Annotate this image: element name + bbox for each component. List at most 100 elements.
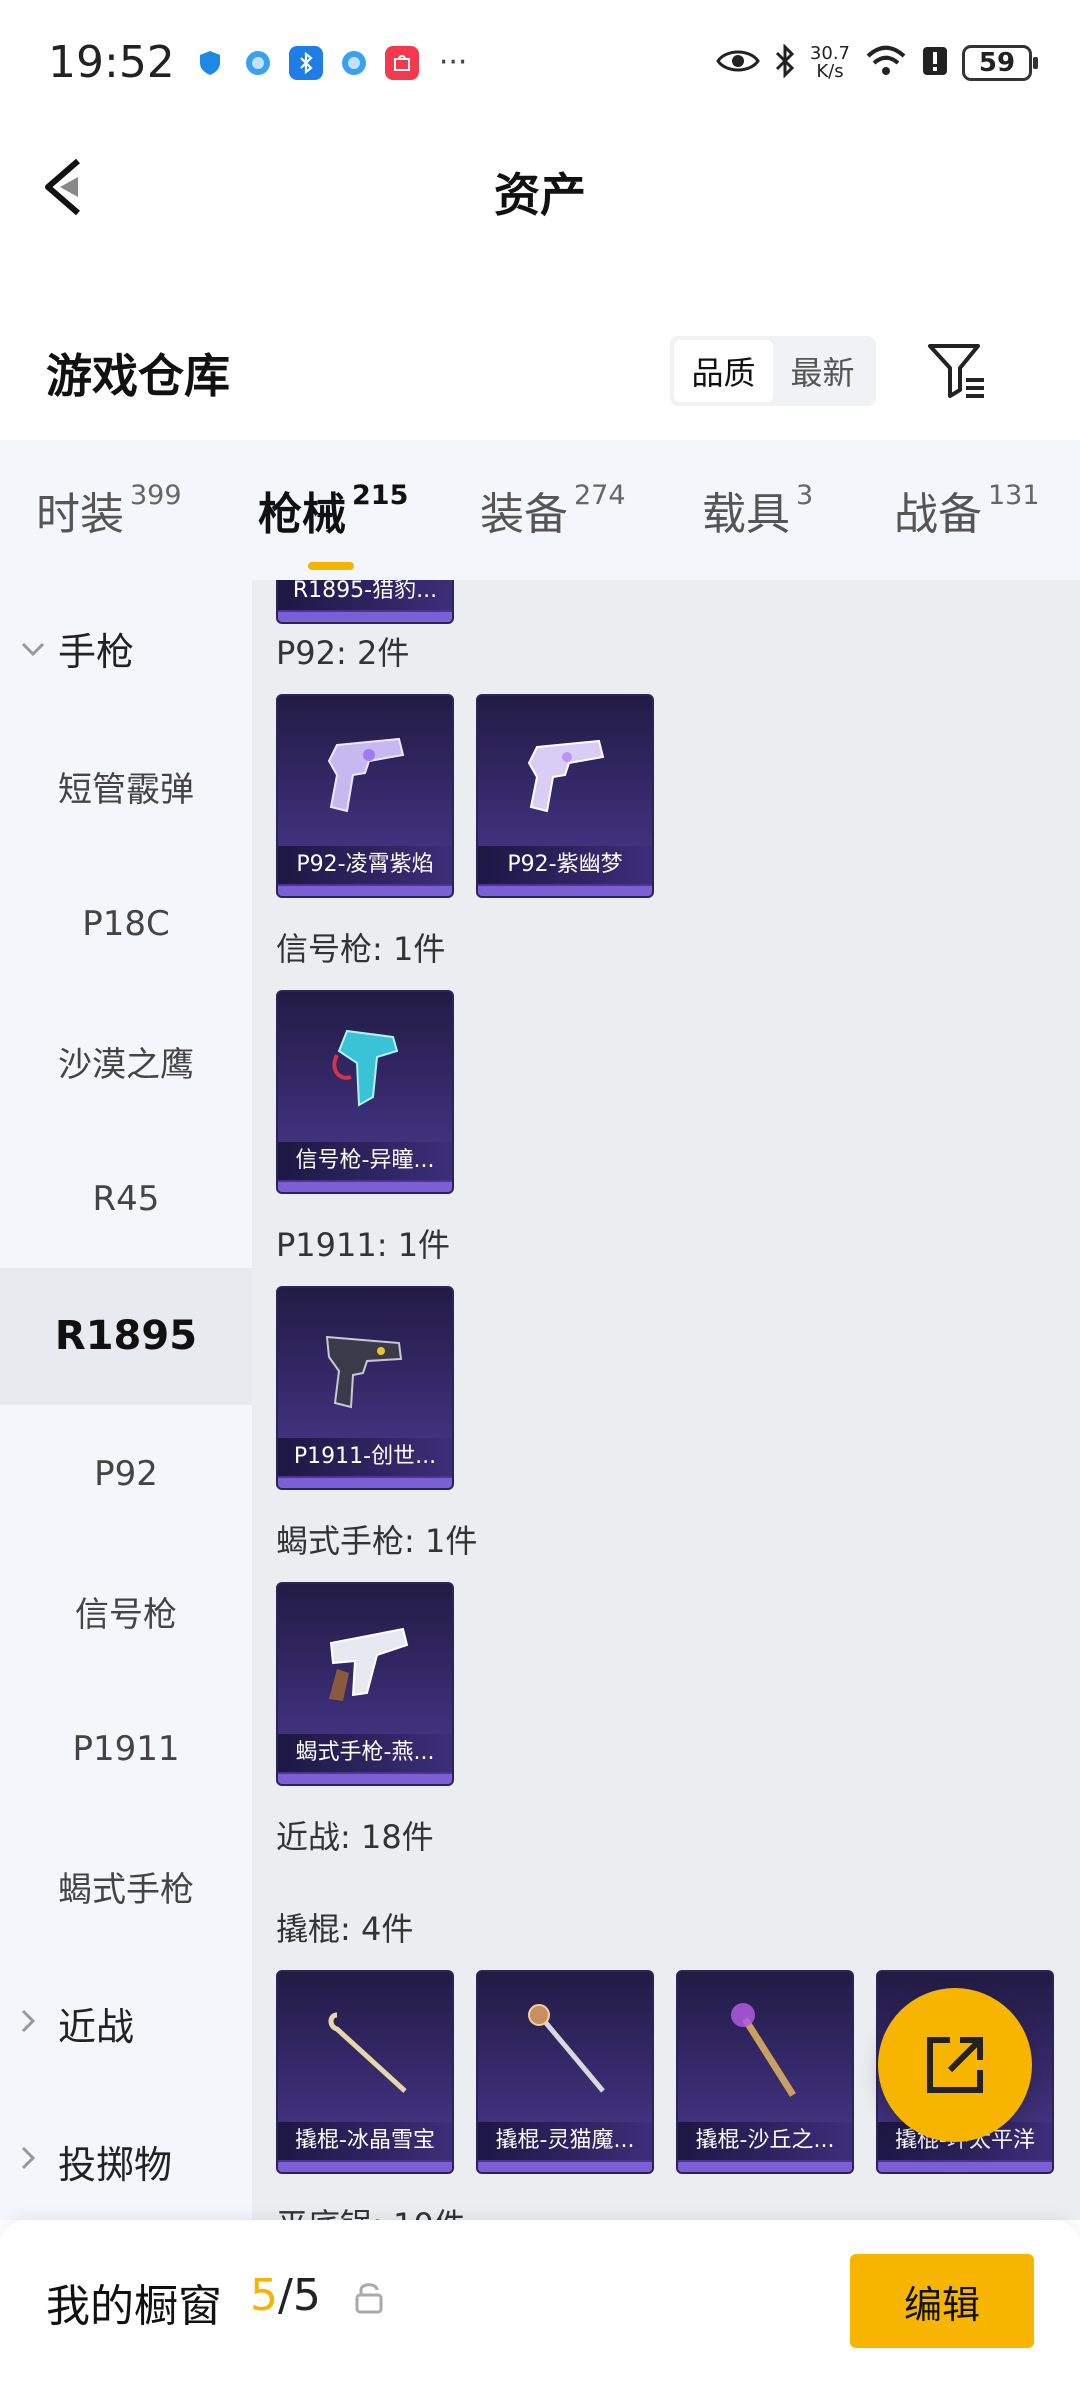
bluetooth-icon	[774, 42, 796, 82]
showcase-count-current: 5	[250, 2270, 278, 2321]
tab-count: 3	[796, 480, 814, 511]
rarity-bar	[278, 1182, 452, 1192]
item-name: 撬棍-冰晶雪宝	[278, 2122, 452, 2160]
filter-button[interactable]	[924, 338, 990, 404]
rarity-bar	[478, 886, 652, 896]
item-name: P1911-创世...	[278, 1438, 452, 1476]
item-card[interactable]: 撬棍-灵猫魔...	[476, 1970, 654, 2174]
share-button[interactable]	[878, 1988, 1032, 2142]
warehouse-title: 游戏仓库	[46, 349, 230, 403]
sidebar-group-pistols[interactable]: 手枪	[0, 580, 252, 718]
item-card[interactable]: P1911-创世...	[276, 1286, 454, 1490]
sidebar-item-sawed-off[interactable]: 短管霰弹	[0, 718, 252, 856]
tab-label: 装备	[480, 489, 568, 540]
sort-toggle: 品质 最新	[670, 336, 876, 406]
filter-icon	[928, 344, 984, 398]
flare-gun-icon	[278, 992, 452, 1150]
sidebar-item-label: 近战	[58, 2005, 135, 2050]
tab-label: 时装	[36, 489, 124, 540]
chevron-right-icon	[20, 2008, 48, 2040]
sidebar-item-r45[interactable]: R45	[0, 1130, 252, 1268]
shield-app-icon	[192, 45, 227, 80]
tab-firearms[interactable]: 枪械 215	[258, 478, 409, 570]
warehouse-header: 游戏仓库 品质 最新	[0, 320, 1080, 440]
tab-fashion[interactable]: 时装 399	[36, 478, 182, 542]
pistol-icon	[278, 1288, 452, 1446]
section-label: 平底锅: 10件	[276, 2200, 466, 2220]
tab-war-supplies[interactable]: 战备 131	[894, 478, 1040, 542]
tab-equipment[interactable]: 装备 274	[480, 478, 626, 542]
item-grid: R1895-猎豹... P92: 2件 P92-凌霄紫焰 P92-紫幽梦 信号枪…	[252, 580, 1080, 2220]
tab-count: 215	[352, 480, 409, 511]
pistol-icon	[478, 696, 652, 854]
sidebar-item-p1911[interactable]: P1911	[0, 1680, 252, 1818]
notification-icons: ···	[192, 45, 468, 80]
eye-comfort-icon	[716, 46, 760, 80]
rarity-bar	[278, 2162, 452, 2172]
crowbar-icon	[278, 1972, 452, 2130]
item-card[interactable]: 撬棍-冰晶雪宝	[276, 1970, 454, 2174]
sidebar-group-throwables[interactable]: 投掷物	[0, 2093, 252, 2221]
chevron-down-icon	[20, 635, 48, 663]
showcase-count: 5/5	[250, 2270, 321, 2321]
tab-label: 载具	[702, 489, 790, 540]
rarity-bar	[478, 2162, 652, 2172]
item-card[interactable]: P92-紫幽梦	[476, 694, 654, 898]
rarity-bar	[278, 612, 452, 622]
tab-label: 战备	[894, 489, 982, 540]
rarity-bar	[678, 2162, 852, 2172]
external-link-icon	[927, 2037, 983, 2093]
sort-by-quality-button[interactable]: 品质	[674, 340, 773, 402]
edit-button[interactable]: 编辑	[850, 2254, 1034, 2348]
item-name: 蝎式手枪-燕...	[278, 1734, 452, 1772]
item-card[interactable]: R1895-猎豹...	[276, 580, 454, 624]
category-tabs: 时装 399 枪械 215 装备 274 载具 3 战备 131	[0, 440, 1080, 580]
item-name: 撬棍-沙丘之...	[678, 2122, 852, 2160]
section-label: 蝎式手枪: 1件	[276, 1522, 478, 1560]
item-name: 撬棍-灵猫魔...	[478, 2122, 652, 2160]
item-card[interactable]: 撬棍-沙丘之...	[676, 1970, 854, 2174]
page-title: 资产	[494, 168, 586, 222]
item-name: 信号枪-异瞳...	[278, 1142, 452, 1180]
smg-icon	[278, 1584, 452, 1742]
more-notifications-icon: ···	[438, 45, 468, 80]
tab-count: 399	[130, 480, 182, 511]
network-speed: 30.7 K/s	[810, 44, 850, 82]
status-bar: 19:52 ··· 30.7 K/s 59	[0, 0, 1080, 125]
item-card[interactable]: P92-凌霄紫焰	[276, 694, 454, 898]
rarity-bar	[278, 1774, 452, 1784]
sidebar-item-label: 手枪	[58, 630, 135, 675]
top-bar: 资产	[0, 125, 1080, 250]
sidebar-item-flare-gun[interactable]: 信号枪	[0, 1543, 252, 1681]
sidebar-item-p18c[interactable]: P18C	[0, 855, 252, 993]
section-label: 撬棍: 4件	[276, 1910, 414, 1948]
rarity-bar	[278, 1478, 452, 1488]
section-label: 信号枪: 1件	[276, 930, 446, 968]
lock-icon	[354, 2280, 384, 2314]
tab-label: 枪械	[258, 489, 346, 540]
alert-icon	[922, 44, 948, 82]
item-card[interactable]: 信号枪-异瞳...	[276, 990, 454, 1194]
rarity-bar	[878, 2162, 1052, 2172]
sidebar-item-skorpion[interactable]: 蝎式手枪	[0, 1818, 252, 1956]
weapon-category-sidebar: 手枪 短管霰弹 P18C 沙漠之鹰 R45 R1895 P92 信号枪 P191…	[0, 580, 252, 2220]
status-time: 19:52	[48, 37, 175, 88]
item-card[interactable]: 蝎式手枪-燕...	[276, 1582, 454, 1786]
showcase-title: 我的橱窗	[46, 2281, 222, 2332]
shopping-app-icon	[384, 45, 419, 80]
sort-by-newest-button[interactable]: 最新	[773, 340, 872, 402]
tab-vehicles[interactable]: 载具 3	[702, 478, 813, 542]
sidebar-item-p92[interactable]: P92	[0, 1405, 252, 1543]
sidebar-item-desert-eagle[interactable]: 沙漠之鹰	[0, 993, 252, 1131]
browser-app-icon	[240, 45, 275, 80]
sidebar-item-r1895[interactable]: R1895	[0, 1267, 252, 1405]
section-label: P92: 2件	[276, 634, 410, 672]
speed-unit: K/s	[816, 60, 844, 82]
showcase-bar: 我的橱窗 5/5 编辑	[0, 2220, 1080, 2382]
tab-count: 131	[988, 480, 1040, 511]
item-name: R1895-猎豹...	[278, 580, 452, 610]
scepter-icon	[478, 1972, 652, 2130]
bluetooth-app-icon	[288, 45, 323, 80]
sidebar-group-melee[interactable]: 近战	[0, 1955, 252, 2093]
sidebar-item-label: 投掷物	[58, 2142, 173, 2187]
